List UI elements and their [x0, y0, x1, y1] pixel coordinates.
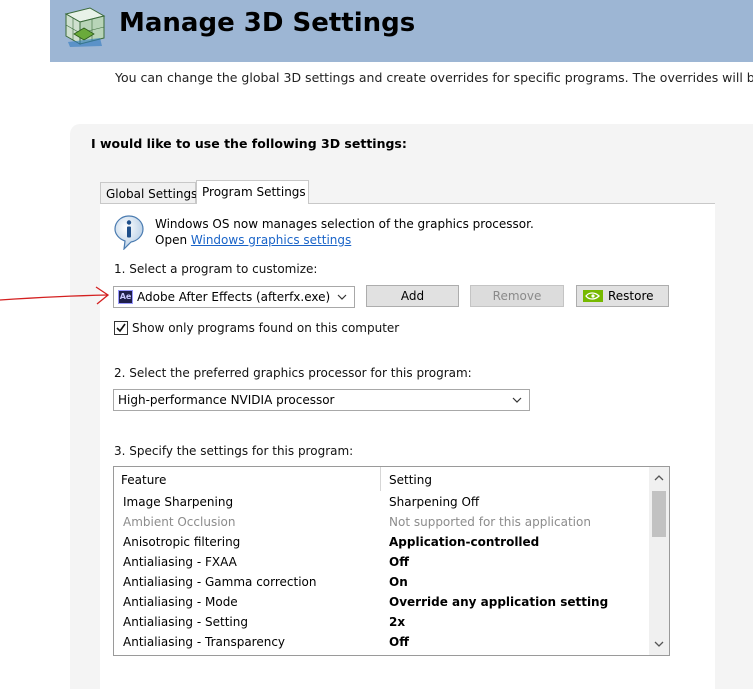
restore-label: Restore	[608, 289, 654, 303]
feature-cell: Antialiasing - Mode	[123, 595, 238, 609]
setting-cell[interactable]: Application-controlled	[389, 535, 539, 549]
feature-cell: Ambient Occlusion	[123, 515, 236, 529]
setting-cell[interactable]: 2x	[389, 615, 405, 629]
scroll-down-icon[interactable]	[649, 635, 669, 653]
feature-cell: Antialiasing - Gamma correction	[123, 575, 317, 589]
gpu-select[interactable]: High-performance NVIDIA processor	[113, 389, 530, 411]
tab-program-settings[interactable]: Program Settings	[196, 180, 309, 204]
info-open-line: Open Windows graphics settings	[155, 233, 351, 247]
page-header: Manage 3D Settings	[50, 0, 753, 62]
table-scrollbar[interactable]	[649, 467, 669, 655]
restore-button[interactable]: Restore	[576, 285, 669, 307]
info-open-text: Open	[155, 233, 188, 247]
feature-cell: Antialiasing - Setting	[123, 615, 248, 629]
remove-button[interactable]: Remove	[470, 285, 564, 307]
table-row[interactable]: Antialiasing - Transparency Off	[114, 633, 647, 653]
feature-column-header[interactable]: Feature	[121, 473, 166, 487]
feature-cell: Anisotropic filtering	[123, 535, 241, 549]
add-button[interactable]: Add	[366, 285, 459, 307]
table-row[interactable]: Anisotropic filtering Application-control…	[114, 533, 647, 553]
red-arrow-annotation	[0, 286, 110, 305]
selected-program-text: Adobe After Effects (afterfx.exe)	[137, 290, 331, 304]
show-only-checkbox[interactable]	[114, 321, 128, 335]
table-row[interactable]: Antialiasing - FXAA Off	[114, 553, 647, 573]
setting-column-header[interactable]: Setting	[389, 473, 432, 487]
tab-global-settings[interactable]: Global Settings	[100, 182, 197, 204]
settings-table: Feature Setting Image Sharpening Sharpeni…	[113, 466, 670, 656]
scroll-up-icon[interactable]	[649, 469, 669, 487]
program-select[interactable]: Ae Adobe After Effects (afterfx.exe)	[113, 286, 355, 308]
info-icon	[114, 215, 144, 250]
table-row[interactable]: Image Sharpening Sharpening Off	[114, 493, 647, 513]
windows-graphics-settings-link[interactable]: Windows graphics settings	[191, 233, 351, 247]
page-description: You can change the global 3D settings an…	[115, 70, 753, 85]
info-message: Windows OS now manages selection of the …	[155, 217, 534, 231]
setting-cell[interactable]: Off	[389, 555, 409, 569]
feature-cell: Antialiasing - Transparency	[123, 635, 286, 649]
table-row[interactable]: Antialiasing - Mode Override any applicat…	[114, 593, 647, 613]
select-program-label: 1. Select a program to customize:	[114, 262, 318, 276]
setting-cell[interactable]: Off	[389, 635, 409, 649]
table-row[interactable]: Antialiasing - Gamma correction On	[114, 573, 647, 593]
panel-heading: I would like to use the following 3D set…	[91, 136, 407, 151]
gpu-select-label: 2. Select the preferred graphics process…	[114, 366, 472, 380]
nvidia-logo-icon	[583, 290, 603, 302]
selected-gpu-text: High-performance NVIDIA processor	[118, 393, 335, 407]
feature-cell: Antialiasing - FXAA	[123, 555, 237, 569]
setting-cell[interactable]: Sharpening Off	[389, 495, 479, 509]
chevron-down-icon	[512, 397, 522, 403]
settings-label: 3. Specify the settings for this program…	[114, 444, 354, 458]
page-title: Manage 3D Settings	[119, 8, 416, 38]
table-row[interactable]: Ambient Occlusion Not supported for this …	[114, 513, 647, 533]
column-divider	[380, 467, 381, 491]
table-row[interactable]: Antialiasing - Setting 2x	[114, 613, 647, 633]
adobe-after-effects-icon: Ae	[118, 290, 133, 304]
checkmark-icon	[116, 323, 126, 333]
3d-cube-icon	[64, 7, 106, 47]
setting-cell[interactable]: Override any application setting	[389, 595, 608, 609]
setting-cell[interactable]: Not supported for this application	[389, 515, 591, 529]
chevron-down-icon	[337, 294, 347, 300]
show-only-label[interactable]: Show only programs found on this compute…	[132, 321, 399, 335]
scroll-thumb[interactable]	[652, 491, 666, 537]
feature-cell: Image Sharpening	[123, 495, 234, 509]
setting-cell[interactable]: On	[389, 575, 408, 589]
